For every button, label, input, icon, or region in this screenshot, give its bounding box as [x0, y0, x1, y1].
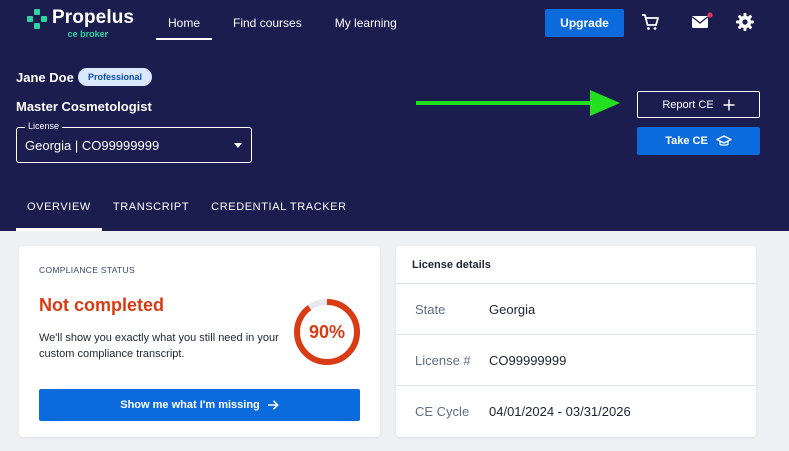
compliance-progress-ring: 90%	[292, 297, 362, 367]
profession-title: Master Cosmetologist	[16, 99, 152, 114]
cart-icon[interactable]	[640, 12, 660, 32]
plus-icon	[723, 99, 735, 110]
propelus-logo[interactable]: Propelus ce broker	[27, 8, 134, 39]
license-detail-key: License #	[415, 352, 471, 368]
status-badge: Professional	[78, 68, 153, 86]
tab-credential-tracker[interactable]: CREDENTIAL TRACKER	[200, 187, 358, 231]
report-ce-button[interactable]: Report CE	[637, 91, 760, 118]
propelus-logo-icon	[27, 9, 47, 29]
tab-transcript[interactable]: TRANSCRIPT	[102, 187, 200, 231]
license-detail-row-cycle: CE Cycle 04/01/2024 - 03/31/2026	[396, 386, 756, 437]
take-ce-label: Take CE	[665, 135, 708, 147]
app-header: Propelus ce broker Home Find courses My …	[0, 0, 789, 231]
license-detail-value: 04/01/2024 - 03/31/2026	[489, 404, 631, 419]
tab-overview[interactable]: OVERVIEW	[16, 187, 102, 231]
license-select[interactable]: License Georgia | CO99999999	[16, 121, 252, 163]
chevron-down-icon	[234, 143, 242, 148]
license-detail-value: Georgia	[489, 301, 536, 317]
arrow-right-icon	[267, 400, 279, 410]
take-ce-button[interactable]: Take CE	[637, 127, 760, 155]
license-detail-key: State	[415, 301, 446, 317]
graduation-cap-icon	[716, 135, 732, 146]
compliance-status-card: COMPLIANCE STATUS Not completed We'll sh…	[19, 246, 380, 437]
compliance-status-label: COMPLIANCE STATUS	[39, 265, 135, 275]
license-select-value: Georgia | CO99999999	[25, 138, 160, 153]
license-detail-row-number: License # CO99999999	[396, 335, 756, 386]
gear-icon[interactable]	[735, 12, 755, 32]
nav-item-home[interactable]: Home	[156, 0, 213, 40]
nav-item-find-courses[interactable]: Find courses	[221, 0, 314, 40]
license-select-label: License	[25, 121, 63, 131]
license-details-title: License details	[396, 246, 756, 284]
upgrade-button[interactable]: Upgrade	[545, 9, 624, 37]
tab-bar: OVERVIEW TRANSCRIPT CREDENTIAL TRACKER	[16, 187, 358, 231]
annotation-arrow-icon	[416, 90, 620, 116]
top-nav: Home Find courses My learning	[156, 0, 418, 40]
license-detail-key: CE Cycle	[415, 404, 470, 419]
brand-subtitle: ce broker	[67, 29, 109, 39]
compliance-description: We'll show you exactly what you still ne…	[39, 332, 279, 360]
license-details-card: License details State Georgia License # …	[396, 246, 756, 437]
show-missing-label: Show me what I'm missing	[120, 399, 260, 411]
show-missing-button[interactable]: Show me what I'm missing	[39, 389, 360, 421]
license-detail-row-state: State Georgia	[396, 284, 756, 335]
nav-item-my-learning[interactable]: My learning	[323, 0, 409, 40]
compliance-progress-value: 90%	[308, 322, 346, 342]
license-detail-value: CO99999999	[489, 352, 567, 368]
brand-name: Propelus	[52, 7, 135, 28]
compliance-status-text: Not completed	[39, 295, 165, 315]
report-ce-label: Report CE	[662, 98, 714, 111]
user-name: Jane Doe	[16, 70, 74, 85]
mail-icon[interactable]	[691, 12, 713, 32]
